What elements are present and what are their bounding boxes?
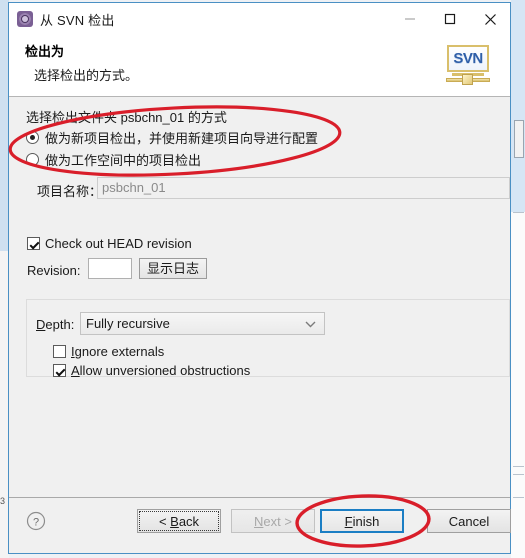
radio-mark-selected-icon — [26, 131, 39, 144]
dialog-button-bar: ? < Back Next > Finish Cancel — [9, 497, 511, 553]
window-controls — [390, 3, 510, 35]
focus-ring — [139, 511, 219, 531]
maximize-icon[interactable] — [430, 3, 470, 35]
chevron-down-icon — [305, 316, 316, 331]
checkbox-checked-icon — [27, 237, 40, 250]
depth-dropdown[interactable]: Fully recursive — [80, 312, 325, 335]
finish-button[interactable]: Finish — [320, 509, 404, 533]
background-right-strip — [511, 0, 525, 558]
minimize-icon[interactable] — [390, 3, 430, 35]
checkbox-allow-unversioned-obstructions[interactable]: Allow unversioned obstructions — [53, 363, 250, 378]
page-subtitle: 选择检出的方式。 — [34, 68, 139, 83]
depth-label-rest: epth: — [45, 317, 75, 332]
dialog-title: 从 SVN 检出 — [40, 12, 115, 28]
checkbox-label-ignore-externals: Ignore externals — [71, 344, 165, 359]
checkbox-checkout-head-revision[interactable]: Check out HEAD revision — [27, 236, 192, 251]
back-button[interactable]: < Back — [137, 509, 221, 533]
dialog-body: 选择检出文件夹 psbchn_01 的方式 做为新项目检出，并使用新建项目向导进… — [9, 97, 510, 497]
svn-logo-text: SVN — [453, 50, 483, 67]
revision-input[interactable] — [88, 258, 132, 279]
radio-checkout-as-new-project[interactable]: 做为新项目检出，并使用新建项目向导进行配置 — [26, 128, 318, 147]
radio-label-new-project: 做为新项目检出，并使用新建项目向导进行配置 — [45, 131, 319, 146]
svn-logo-icon: SVN — [444, 43, 492, 87]
checkbox-label-head-revision: Check out HEAD revision — [45, 236, 192, 251]
background-scrollbar-thumb — [514, 120, 524, 158]
revision-label: Revision: — [27, 263, 81, 278]
checkbox-checked-icon — [53, 364, 66, 377]
checkout-as-dialog: 从 SVN 检出 检出为 选择检出的方式。 SVN 选择检出文件夹 psbchn… — [8, 2, 511, 554]
depth-label-mnemonic: D — [36, 317, 46, 332]
close-icon[interactable] — [470, 3, 510, 35]
checkbox-unchecked-icon — [53, 345, 66, 358]
svn-repo-icon — [17, 11, 33, 27]
radio-label-workspace-project: 做为工作空间中的项目检出 — [45, 153, 202, 168]
page-title: 检出为 — [25, 44, 65, 59]
checkbox-label-allow-unversioned: Allow unversioned obstructions — [71, 363, 251, 378]
svg-text:?: ? — [33, 517, 39, 529]
checkbox-ignore-externals[interactable]: Ignore externals — [53, 344, 164, 359]
dialog-titlebar[interactable]: 从 SVN 检出 — [9, 3, 510, 35]
next-button: Next > — [231, 509, 315, 533]
help-icon[interactable]: ? — [26, 511, 46, 531]
background-left-label: 3 — [0, 496, 6, 506]
finish-button-label: Finish — [344, 513, 380, 529]
cancel-button-label: Cancel — [448, 513, 490, 529]
radio-checkout-as-workspace-project[interactable]: 做为工作空间中的项目检出 — [26, 150, 201, 169]
depth-label: Depth: — [36, 317, 74, 332]
depth-options-group: Depth: Fully recursive Ignore externals … — [26, 299, 510, 378]
project-name-input[interactable]: psbchn_01 — [97, 177, 510, 199]
radio-mark-unselected-icon — [26, 153, 39, 166]
cancel-button[interactable]: Cancel — [427, 509, 511, 533]
depth-selected-value: Fully recursive — [86, 316, 170, 331]
next-button-label: Next > — [254, 513, 292, 529]
project-name-label: 项目名称： — [37, 184, 103, 199]
mode-section-label: 选择检出文件夹 psbchn_01 的方式 — [26, 110, 227, 125]
show-log-button[interactable]: 显示日志 — [139, 258, 208, 279]
dialog-header: 检出为 选择检出的方式。 SVN — [9, 35, 510, 97]
